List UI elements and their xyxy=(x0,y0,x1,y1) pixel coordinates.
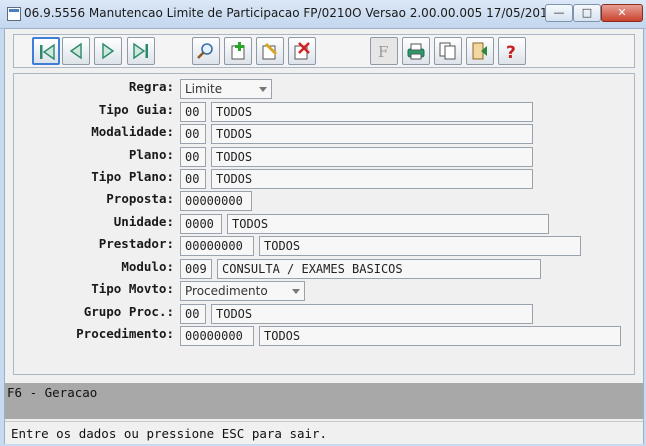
copy-button[interactable] xyxy=(434,37,462,65)
first-record-button[interactable] xyxy=(32,37,60,65)
grupo-proc-code-input[interactable]: 00 xyxy=(180,304,206,324)
plano-code-input[interactable]: 00 xyxy=(180,147,206,167)
modulo-label: Modulo: xyxy=(121,259,174,274)
title-bar[interactable]: 06.9.5556 Manutencao Limite de Participa… xyxy=(0,0,646,29)
tipo-movto-select[interactable]: Procedimento xyxy=(180,281,305,301)
zoom-icon xyxy=(197,43,213,59)
help-button[interactable]: ? xyxy=(498,37,526,65)
minimize-button[interactable]: — xyxy=(545,4,573,22)
previous-record-button[interactable] xyxy=(62,37,90,65)
tipo-plano-code-input[interactable]: 00 xyxy=(180,169,206,189)
filter-button[interactable]: F xyxy=(370,37,398,65)
status-message: Entre os dados ou pressione ESC para sai… xyxy=(11,426,328,441)
unidade-label: Unidade: xyxy=(113,214,174,229)
function-key-hint: F6 - Geracao xyxy=(7,385,98,400)
exit-button[interactable] xyxy=(466,37,494,65)
regra-value: Limite xyxy=(185,82,223,96)
chevron-down-icon xyxy=(292,289,300,294)
modulo-code-input[interactable]: 009 xyxy=(180,259,212,279)
tipo-plano-label: Tipo Plano: xyxy=(91,169,174,184)
search-button[interactable] xyxy=(192,37,220,65)
add-icon xyxy=(231,42,245,60)
prestador-label: Prestador: xyxy=(98,236,174,251)
exit-icon xyxy=(472,42,487,60)
procedimento-desc-field: TODOS xyxy=(259,326,621,346)
chevron-down-icon xyxy=(259,87,267,92)
plano-desc-field: TODOS xyxy=(211,147,533,167)
svg-text:F: F xyxy=(378,43,388,61)
next-record-button[interactable] xyxy=(94,37,122,65)
grupo-proc-label: Grupo Proc.: xyxy=(83,304,174,319)
function-key-bar: F6 - Geracao xyxy=(5,383,643,419)
application-window: 06.9.5556 Manutencao Limite de Participa… xyxy=(0,0,646,446)
tipo-guia-label: Tipo Guia: xyxy=(98,102,174,117)
unidade-desc-field: TODOS xyxy=(227,214,549,234)
proposta-label: Proposta: xyxy=(106,191,174,206)
copy-icon xyxy=(439,42,456,60)
tipo-movto-value: Procedimento xyxy=(185,284,268,298)
previous-icon xyxy=(69,42,82,60)
prestador-code-input[interactable]: 00000000 xyxy=(180,236,254,256)
last-record-button[interactable] xyxy=(127,37,155,65)
modalidade-desc-field: TODOS xyxy=(211,124,533,144)
plano-label: Plano: xyxy=(128,147,174,162)
modalidade-label: Modalidade: xyxy=(91,124,174,139)
proposta-input[interactable]: 00000000 xyxy=(180,191,252,211)
help-icon: ? xyxy=(506,43,516,61)
procedimento-label: Procedimento: xyxy=(76,326,174,341)
procedimento-code-input[interactable]: 00000000 xyxy=(180,326,254,346)
svg-text:?: ? xyxy=(506,43,516,61)
tipo-guia-code-input[interactable]: 00 xyxy=(180,102,206,122)
filter-icon: F xyxy=(378,43,388,61)
client-area: F ? Regra: Limite Tipo Guia: 00 TODOS Mo… xyxy=(4,28,644,444)
form-panel: Regra: Limite Tipo Guia: 00 TODOS Modali… xyxy=(13,73,635,375)
close-button[interactable]: ✕ xyxy=(601,4,643,22)
tipo-guia-desc-field: TODOS xyxy=(211,102,533,122)
edit-icon xyxy=(262,42,278,60)
last-icon xyxy=(133,42,148,60)
toolbar: F ? xyxy=(13,34,635,68)
next-icon xyxy=(102,42,115,60)
status-bar: Entre os dados ou pressione ESC para sai… xyxy=(5,421,643,444)
tipo-plano-desc-field: TODOS xyxy=(211,169,533,189)
regra-select[interactable]: Limite xyxy=(180,79,272,99)
window-title: 06.9.5556 Manutencao Limite de Participa… xyxy=(24,6,602,20)
unidade-code-input[interactable]: 0000 xyxy=(180,214,222,234)
print-button[interactable] xyxy=(402,37,430,65)
modalidade-code-input[interactable]: 00 xyxy=(180,124,206,144)
delete-icon xyxy=(294,42,310,60)
app-icon[interactable] xyxy=(7,7,21,21)
maximize-button[interactable]: □ xyxy=(573,4,601,22)
add-button[interactable] xyxy=(224,37,252,65)
first-icon xyxy=(40,43,55,61)
modulo-desc-field: CONSULTA / EXAMES BASICOS xyxy=(217,259,541,279)
prestador-desc-field: TODOS xyxy=(259,236,581,256)
print-icon xyxy=(407,43,425,60)
tipo-movto-label: Tipo Movto: xyxy=(91,281,174,296)
grupo-proc-desc-field: TODOS xyxy=(211,304,533,324)
edit-button[interactable] xyxy=(256,37,284,65)
regra-label: Regra: xyxy=(128,79,174,94)
delete-button[interactable] xyxy=(288,37,316,65)
